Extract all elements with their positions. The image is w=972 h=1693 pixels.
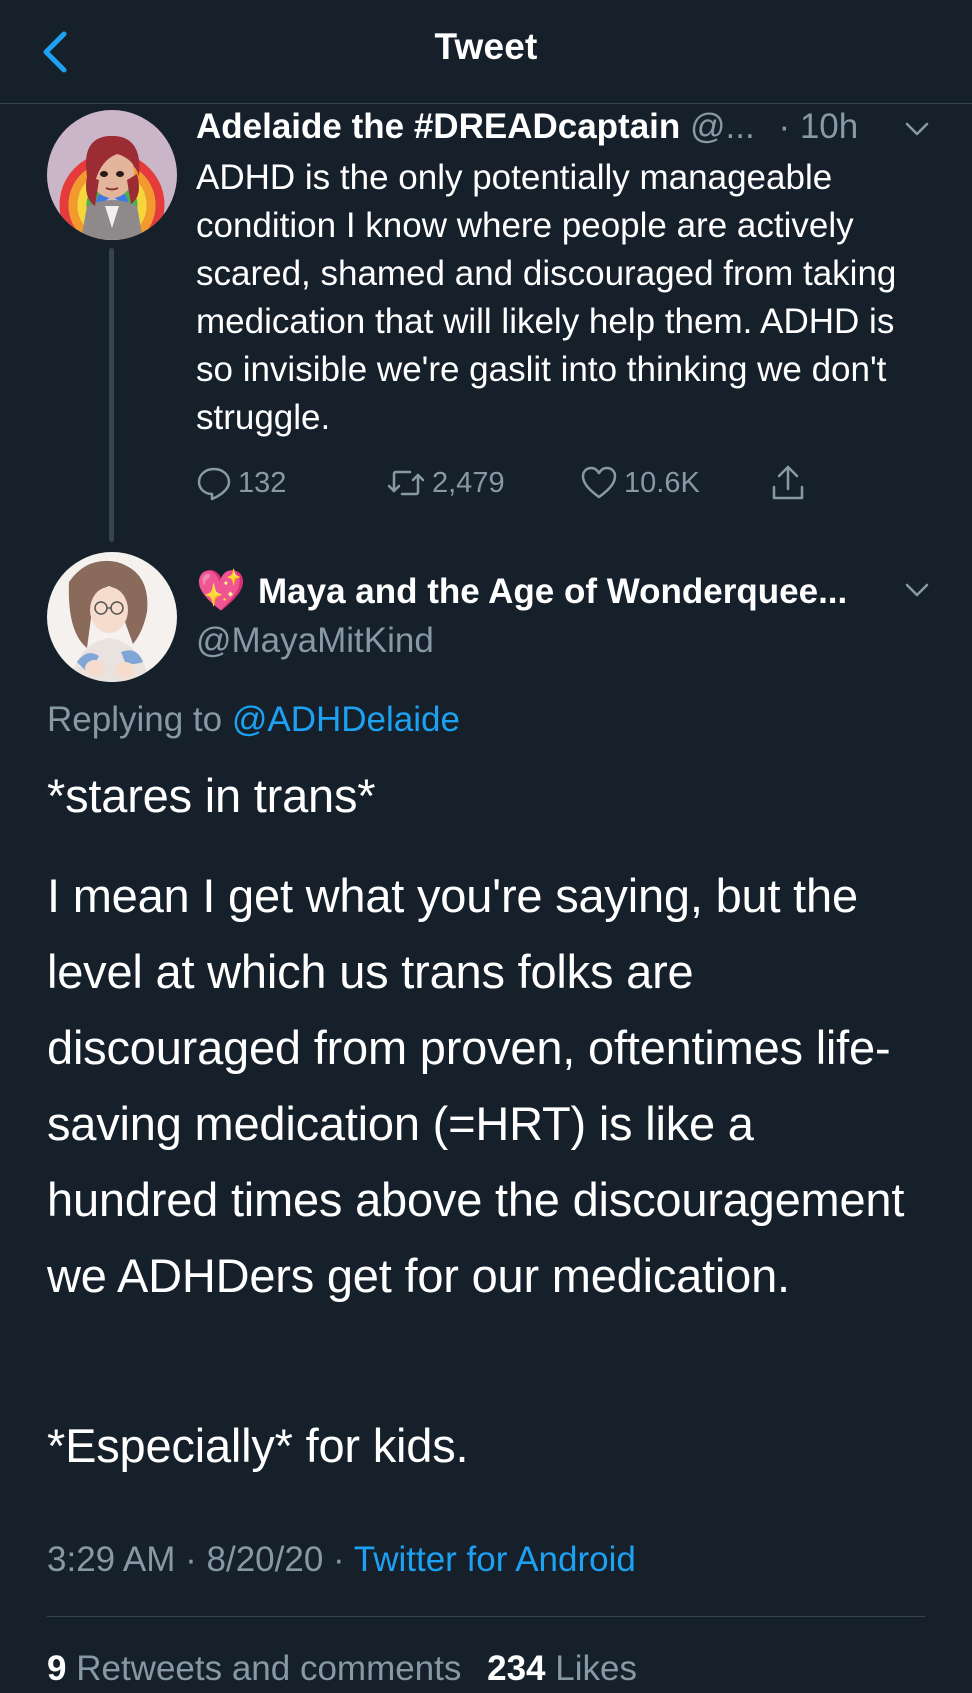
divider: [47, 1616, 925, 1617]
likes-count: 234: [487, 1649, 546, 1688]
thread-connector: [109, 248, 114, 542]
comment-icon: [197, 467, 231, 501]
retweet-icon: [387, 470, 425, 496]
engagement-stats: 9 Retweets and comments 234 Likes: [47, 1645, 637, 1693]
sparkling-heart-icon: 💖: [196, 568, 246, 614]
reply-count: 132: [238, 466, 287, 499]
handle[interactable]: @MayaMitKind: [196, 618, 434, 664]
tweet-actions: 132 2,479 10.6K: [196, 458, 896, 508]
chevron-down-icon[interactable]: [900, 573, 934, 607]
top-bar: Tweet: [0, 0, 972, 104]
likes-label: Likes: [555, 1649, 637, 1688]
retweets-label: Retweets and comments: [76, 1649, 462, 1688]
source-link[interactable]: Twitter for Android: [354, 1540, 636, 1579]
replying-to: Replying to @ADHDelaide: [47, 696, 460, 744]
tweet-paragraph: *stares in trans*: [47, 769, 376, 822]
share-icon: [772, 465, 804, 500]
retweet-count: 2,479: [432, 466, 505, 499]
retweets-count: 9: [47, 1649, 67, 1688]
like-button[interactable]: 10.6K: [580, 458, 700, 508]
handle[interactable]: @...: [690, 107, 755, 146]
parent-tweet-text: ADHD is the only potentially manageable …: [196, 158, 897, 437]
avatar-illustration: [47, 552, 177, 682]
like-count: 10.6K: [624, 466, 700, 499]
timestamp[interactable]: 3:29 AM · 8/20/20 ·: [47, 1540, 345, 1579]
avatar[interactable]: [47, 110, 177, 240]
main-tweet-header: 💖 Maya and the Age of Wonderquee...: [196, 567, 936, 617]
replying-to-label: Replying to: [47, 700, 223, 739]
avatar-illustration: [47, 110, 177, 240]
retweet-button[interactable]: 2,479: [386, 458, 505, 508]
parent-tweet-header: Adelaide the #DREADcaptain @... · 10h: [196, 104, 936, 150]
retweets-stat[interactable]: 9 Retweets and comments: [47, 1649, 471, 1688]
page-title: Tweet: [434, 26, 538, 67]
time-ago[interactable]: · 10h: [778, 107, 858, 146]
display-name[interactable]: Adelaide the #DREADcaptain: [196, 107, 680, 146]
display-name[interactable]: Maya and the Age of Wonderquee...: [258, 569, 847, 615]
tweet-paragraph: I mean I get what you're saying, but the…: [47, 869, 905, 1302]
avatar[interactable]: [47, 552, 177, 682]
replying-to-link[interactable]: @ADHDelaide: [232, 700, 460, 739]
heart-icon: [581, 466, 617, 499]
likes-stat[interactable]: 234 Likes: [487, 1649, 637, 1688]
reply-button[interactable]: 132: [196, 458, 286, 508]
tweet-paragraph: *Especially* for kids.: [47, 1419, 469, 1472]
tweet-meta: 3:29 AM · 8/20/20 · Twitter for Android: [47, 1536, 636, 1584]
share-button[interactable]: [770, 458, 806, 508]
chevron-down-icon[interactable]: [900, 112, 934, 146]
